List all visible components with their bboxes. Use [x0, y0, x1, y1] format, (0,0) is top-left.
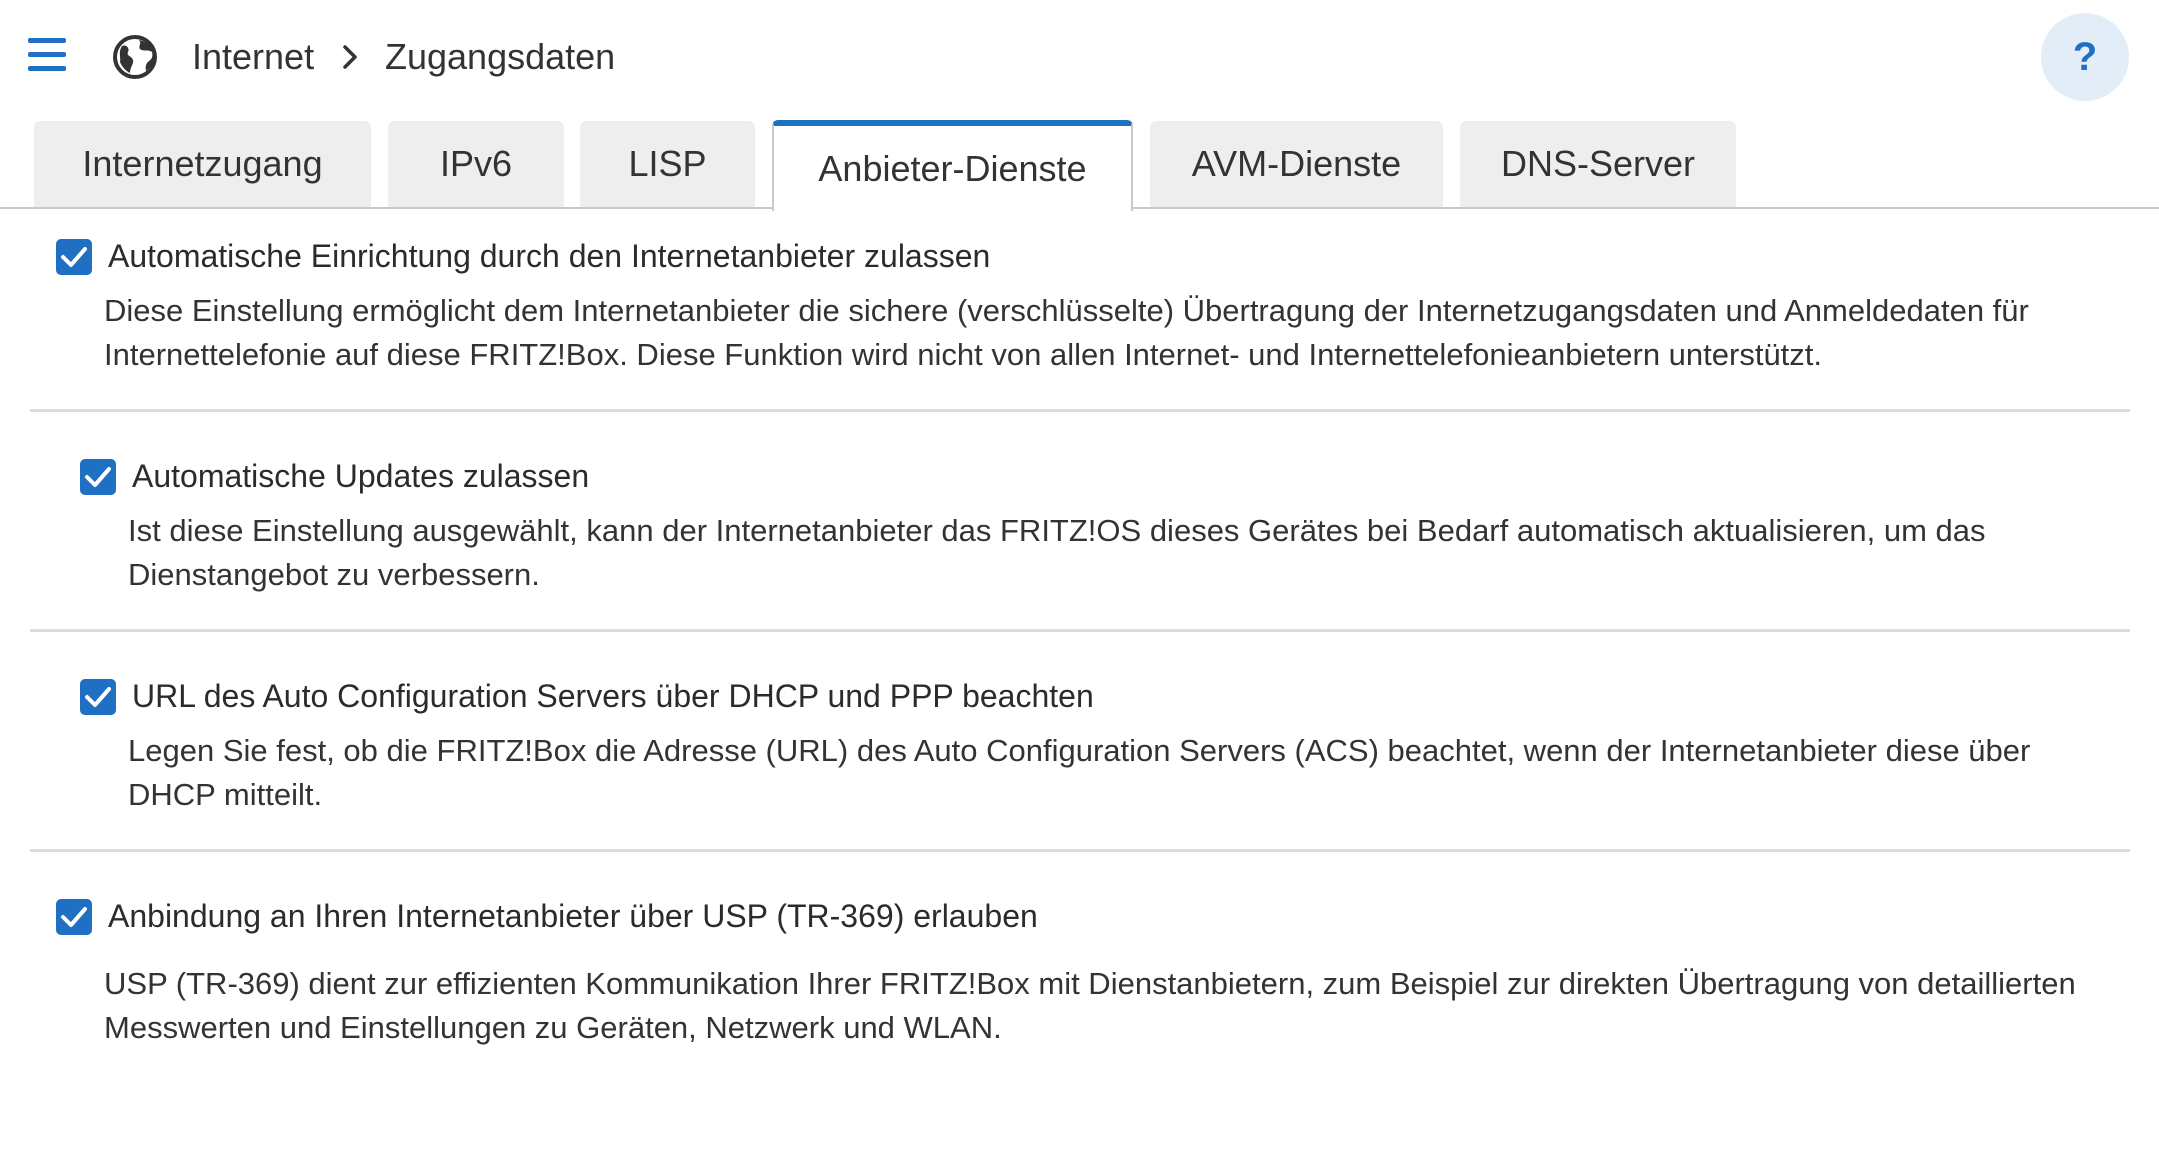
section-divider: [30, 409, 2130, 412]
help-button[interactable]: ?: [2041, 13, 2129, 101]
checkbox-usp-tr369[interactable]: [56, 899, 92, 935]
globe-icon: [113, 35, 157, 79]
tab-ipv6[interactable]: IPv6: [388, 121, 564, 207]
setting-label-acs-url[interactable]: URL des Auto Configuration Servers über …: [132, 676, 1094, 716]
setting-description-usp-tr369: USP (TR-369) dient zur effizienten Kommu…: [104, 966, 2076, 1045]
section-divider: [30, 629, 2130, 632]
tab-avm-dienste[interactable]: AVM-Dienste: [1150, 121, 1443, 207]
setting-description-acs-url: Legen Sie fest, ob die FRITZ!Box die Adr…: [128, 733, 2031, 812]
checkmark-icon: [61, 247, 87, 267]
checkbox-acs-url[interactable]: [80, 679, 116, 715]
chevron-right-icon: [343, 45, 357, 69]
section-divider: [30, 849, 2130, 852]
setting-description-auto-updates: Ist diese Einstellung ausgewählt, kann d…: [128, 513, 1986, 592]
checkmark-icon: [61, 907, 87, 927]
setting-label-auto-updates[interactable]: Automatische Updates zulassen: [132, 456, 589, 496]
checkbox-auto-updates[interactable]: [80, 459, 116, 495]
breadcrumb-internet[interactable]: Internet: [192, 34, 314, 80]
checkmark-icon: [85, 467, 111, 487]
tab-internetzugang[interactable]: Internetzugang: [34, 121, 371, 207]
tab-anbieter-dienste[interactable]: Anbieter-Dienste: [772, 120, 1133, 211]
setting-description-auto-setup: Diese Einstellung ermöglicht dem Interne…: [104, 293, 2029, 372]
tab-lisp[interactable]: LISP: [580, 121, 755, 207]
setting-label-usp-tr369[interactable]: Anbindung an Ihren Internetanbieter über…: [108, 896, 1038, 936]
checkbox-auto-setup[interactable]: [56, 239, 92, 275]
setting-label-auto-setup[interactable]: Automatische Einrichtung durch den Inter…: [108, 236, 990, 276]
hamburger-menu-icon[interactable]: [28, 38, 66, 72]
header-bar: Internet Zugangsdaten ?: [0, 0, 2159, 120]
tab-dns-server[interactable]: DNS-Server: [1460, 121, 1736, 207]
breadcrumb-current-page: Zugangsdaten: [385, 36, 616, 77]
checkmark-icon: [85, 687, 111, 707]
